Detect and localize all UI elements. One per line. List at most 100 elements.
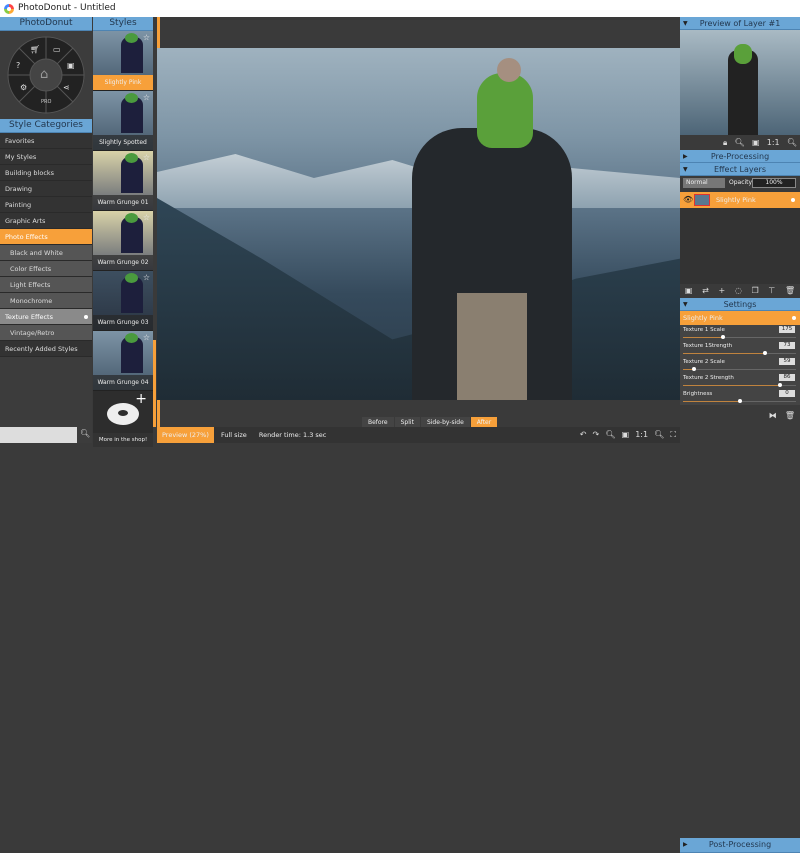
lock-icon[interactable]: 🔒︎ [723,135,727,150]
pre-processing-header[interactable]: ▶ Pre-Processing [680,150,800,163]
category-item[interactable]: Light Effects [0,277,92,293]
delete-icon[interactable]: 🗑︎ [785,405,795,427]
setting-slider[interactable]: Texture 1Strength 73 [680,341,800,357]
styles-header: Styles [93,17,153,31]
category-item[interactable]: Color Effects [0,261,92,277]
slider-knob[interactable] [778,383,783,387]
save-layer-icon[interactable]: ▣ [685,284,693,298]
slider-value-input[interactable]: 0 [779,390,795,397]
zoom-1to1-button[interactable]: 1:1 [767,135,780,150]
slider-knob[interactable] [692,367,697,371]
right-panel: ▼ Preview of Layer #1 🔒︎ 🔍︎ ▣ 1:1 🔍︎ ▶ Pre… [680,17,800,853]
setting-slider[interactable]: Texture 1 Scale 175 [680,325,800,341]
style-thumbnail[interactable]: ☆ Warm Grunge 02 [93,211,153,271]
category-item[interactable]: Graphic Arts [0,213,92,229]
fit-icon[interactable]: ▣ [622,427,630,443]
category-item[interactable]: Black and White [0,245,92,261]
compare-icon[interactable]: ⧓ [769,405,777,427]
shop-button[interactable]: + More in the shop! [93,391,153,447]
favorite-star-icon[interactable]: ☆ [143,33,150,42]
collapse-icon[interactable]: ▼ [683,17,688,30]
settings-layer-name: Slightly Pink [683,314,723,322]
category-item[interactable]: Texture Effects [0,309,92,325]
fullscreen-icon[interactable]: ⛶ [670,427,676,443]
redo-icon[interactable]: ↷ [593,427,600,443]
help-icon[interactable]: ? [16,61,20,70]
effect-layers-header[interactable]: ▼ Effect Layers [680,163,800,176]
style-thumbnail[interactable]: ☆ Slightly Spotted [93,91,153,151]
folder-icon[interactable]: ▭ [53,45,61,54]
category-item[interactable]: Monochrome [0,293,92,309]
app-logo-icon [4,4,14,14]
search-input[interactable] [0,427,77,443]
style-thumbnail[interactable]: ☆ Slightly Pink [93,31,153,91]
category-item[interactable]: Drawing [0,181,92,197]
opacity-input[interactable]: 100% [752,178,796,188]
post-processing-header[interactable]: ▶ Post-Processing [680,838,800,853]
duplicate-icon[interactable]: ❐ [751,284,758,298]
title-bar: PhotoDonut - Untitled [0,0,800,17]
category-item[interactable]: Recently Added Styles [0,341,92,357]
blend-mode-select[interactable]: Normal [683,178,725,188]
share-icon[interactable]: ⋖ [63,83,70,92]
setting-slider[interactable]: Brightness 0 [680,389,800,405]
slider-knob[interactable] [720,335,725,339]
setting-slider[interactable]: Texture 2 Scale 59 [680,357,800,373]
category-item[interactable]: Favorites [0,133,92,149]
zoom-in-icon[interactable]: 🔍︎ [654,427,664,443]
favorite-star-icon[interactable]: ☆ [143,213,150,222]
style-thumbnail[interactable]: ☆ Warm Grunge 01 [93,151,153,211]
swap-icon[interactable]: ⇄ [702,284,709,298]
photo-canvas[interactable] [157,48,680,400]
setting-slider[interactable]: Texture 2 Strength 86 [680,373,800,389]
styles-scrollbar[interactable] [153,340,156,427]
slider-value-input[interactable]: 175 [779,326,795,333]
zoom-out-icon[interactable]: 🔍︎ [735,135,745,150]
zoom-in-icon[interactable]: 🔍︎ [787,135,797,150]
donut-menu: ⌂ 🛒︎ ▭ ▣ ? ⚙ ⋖ PRO [0,31,92,119]
cart-icon[interactable]: 🛒︎ [30,45,40,54]
settings-gear-icon[interactable]: ⚙ [20,83,27,92]
favorite-star-icon[interactable]: ☆ [143,93,150,102]
settings-header[interactable]: ▼ Settings [680,298,800,311]
layer-name: Slightly Pink [716,196,756,204]
pro-button[interactable]: PRO [41,99,51,105]
delete-icon[interactable]: 🗑︎ [785,284,795,298]
merge-icon[interactable]: ⊤ [768,284,775,298]
slider-value-input[interactable]: 59 [779,358,795,365]
zoom-1to1-button[interactable]: 1:1 [635,427,648,443]
eye-icon[interactable]: 👁︎ [683,192,693,208]
favorite-star-icon[interactable]: ☆ [143,153,150,162]
preview-button[interactable]: Preview (27%) [157,427,214,443]
undo-icon[interactable]: ↶ [580,427,587,443]
style-label: Warm Grunge 02 [93,255,153,270]
add-layer-icon[interactable]: + [718,284,725,298]
favorite-star-icon[interactable]: ☆ [143,273,150,282]
mask-icon[interactable]: ◌ [735,284,742,298]
photodonut-header: PhotoDonut [0,17,92,31]
full-size-button[interactable]: Full size [216,431,252,439]
category-item[interactable]: Vintage/Retro [0,325,92,341]
style-thumbnail[interactable]: ☆ Warm Grunge 03 [93,271,153,331]
left-panel: PhotoDonut ⌂ 🛒︎ ▭ ▣ ? ⚙ ⋖ PRO Style Cate… [0,17,92,443]
style-label: Warm Grunge 03 [93,315,153,330]
zoom-out-icon[interactable]: 🔍︎ [605,427,615,443]
slider-knob[interactable] [737,399,742,403]
style-label: Warm Grunge 01 [93,195,153,210]
donut-shop-icon [107,403,139,425]
slider-knob[interactable] [763,351,768,355]
home-icon[interactable]: ⌂ [40,67,48,82]
category-item[interactable]: Building blocks [0,165,92,181]
category-item[interactable]: My Styles [0,149,92,165]
slider-label: Texture 2 Scale [683,359,725,365]
category-item[interactable]: Painting [0,197,92,213]
favorite-star-icon[interactable]: ☆ [143,333,150,342]
save-icon[interactable]: ▣ [67,61,75,70]
slider-value-input[interactable]: 73 [779,342,795,349]
slider-value-input[interactable]: 86 [779,374,795,381]
layer-row[interactable]: 👁︎ Slightly Pink [680,192,800,208]
category-item[interactable]: Photo Effects [0,229,92,245]
fit-icon[interactable]: ▣ [752,135,760,150]
style-thumbnail[interactable]: ☆ Warm Grunge 04 [93,331,153,391]
search-icon[interactable]: 🔍︎ [80,429,90,438]
